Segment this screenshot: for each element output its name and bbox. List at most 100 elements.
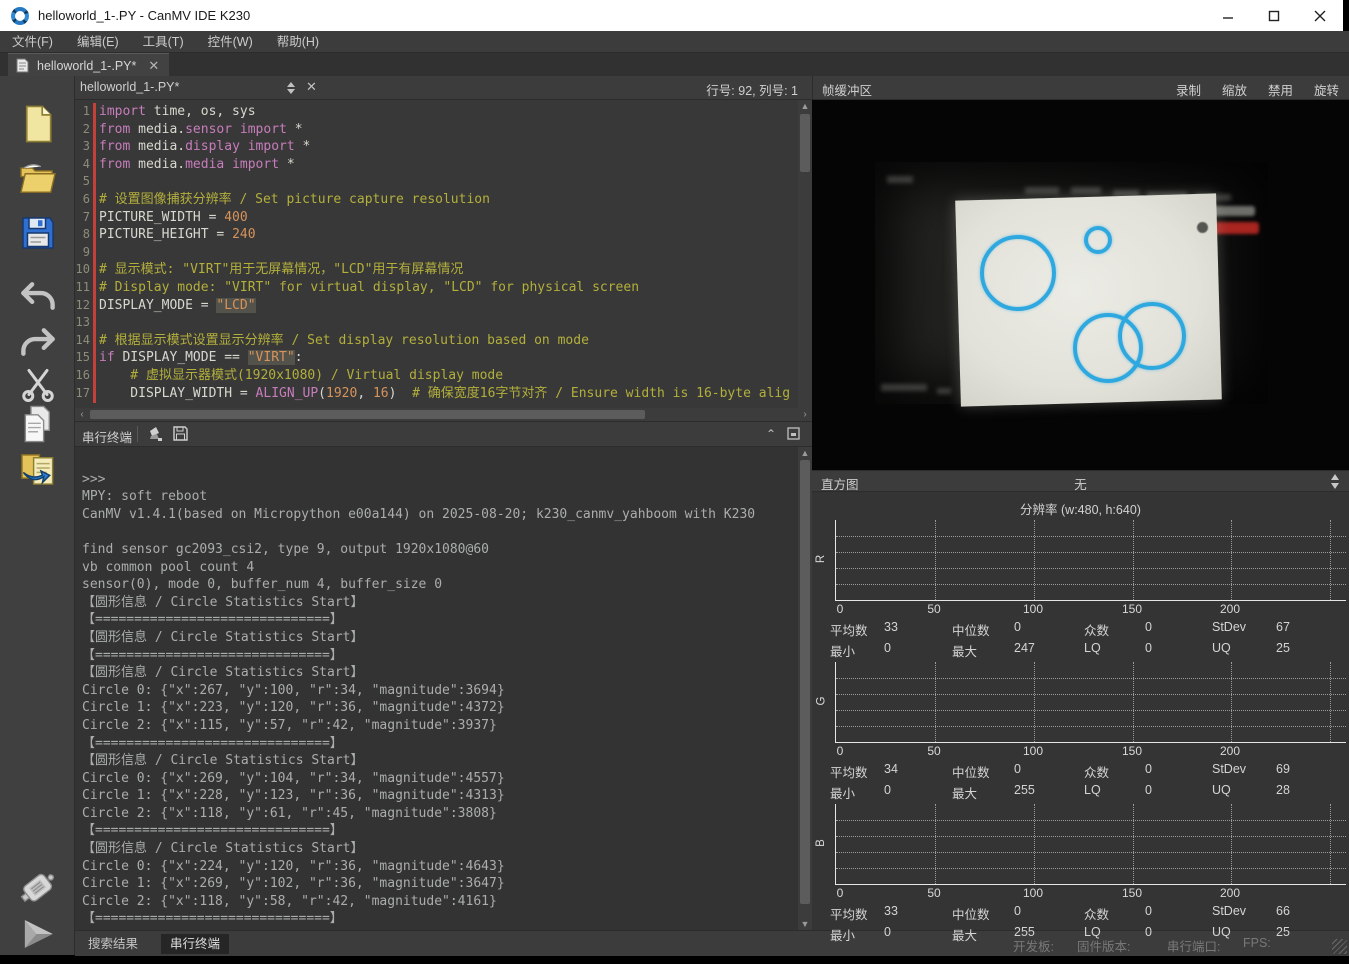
menu-item[interactable]: 控件(W) bbox=[196, 31, 265, 53]
paste-button[interactable] bbox=[17, 448, 59, 488]
scroll-right-icon[interactable]: › bbox=[798, 408, 812, 421]
code-line[interactable]: 7 PICTURE_WIDTH = 400 bbox=[75, 209, 812, 227]
stat-value: 69 bbox=[1276, 762, 1290, 776]
stat-value: 34 bbox=[884, 762, 898, 776]
menu-item[interactable]: 帮助(H) bbox=[265, 31, 331, 53]
stat-label: 众数 bbox=[1084, 908, 1110, 922]
scroll-up-icon[interactable]: ▲ bbox=[798, 100, 812, 112]
clear-terminal-icon[interactable] bbox=[147, 426, 165, 443]
code-line[interactable]: 16 # 虚拟显示器模式(1920x1080) / Virtual displa… bbox=[75, 367, 812, 385]
close-button[interactable] bbox=[1297, 0, 1343, 31]
framebuffer-action-button[interactable]: 录制 bbox=[1176, 80, 1201, 99]
stat-value: 0 bbox=[1014, 620, 1021, 634]
window-title: helloworld_1-.PY - CanMV IDE K230 bbox=[38, 8, 251, 23]
stat-value: 255 bbox=[1014, 925, 1035, 939]
stat-value: 33 bbox=[884, 620, 898, 634]
code-editor[interactable]: 1 import time, os, sys 2 from media.sensor … bbox=[75, 100, 812, 408]
code-line[interactable]: 3 from media.display import * bbox=[75, 138, 812, 156]
stat-label: StDev bbox=[1212, 620, 1247, 634]
stat-value: 25 bbox=[1276, 641, 1290, 655]
menu-item[interactable]: 编辑(E) bbox=[65, 31, 131, 53]
stat-value: 0 bbox=[884, 641, 891, 655]
code-line[interactable]: 13 bbox=[75, 314, 812, 332]
x-tick-label: 50 bbox=[927, 744, 941, 758]
terminal-line: Circle 2: {"x":118, "y":61, "r":45, "mag… bbox=[82, 805, 497, 821]
code-line[interactable]: 10 # 显示模式: "VIRT"用于无屏幕情况，"LCD"用于有屏幕情况 bbox=[75, 261, 812, 279]
framebuffer-action-button[interactable]: 旋转 bbox=[1314, 80, 1339, 99]
collapse-terminal-icon[interactable]: ⌃ bbox=[766, 427, 776, 441]
histogram-source-select[interactable]: 直方图 无 bbox=[812, 470, 1349, 492]
framebuffer-action-button[interactable]: 缩放 bbox=[1222, 80, 1247, 99]
redo-button[interactable] bbox=[17, 322, 59, 362]
editor-vertical-scrollbar[interactable]: ▲ bbox=[798, 100, 812, 408]
line-number: 5 bbox=[82, 174, 90, 189]
terminal-line: Circle 0: {"x":267, "y":100, "r":34, "ma… bbox=[82, 682, 505, 698]
serial-terminal-output[interactable]: >>> MPY: soft reboot CanMV v1.4.1(based on… bbox=[75, 447, 798, 930]
stat-value: 0 bbox=[1145, 641, 1152, 655]
stat-value: 0 bbox=[1014, 762, 1021, 776]
scroll-up-icon[interactable]: ▲ bbox=[798, 447, 812, 459]
x-tick-label: 50 bbox=[927, 886, 941, 900]
terminal-line: 【圆形信息 / Circle Statistics Start】 bbox=[82, 594, 364, 610]
open-file-button[interactable] bbox=[17, 158, 59, 198]
code-line[interactable]: 15 if DISPLAY_MODE == "VIRT": bbox=[75, 349, 812, 367]
code-line[interactable]: 6 # 设置图像捕获分辨率 / Set picture capture resol… bbox=[75, 191, 812, 209]
histogram-chart-B: B bbox=[815, 804, 1346, 885]
line-number: 8 bbox=[82, 227, 90, 242]
copy-button[interactable] bbox=[17, 404, 59, 444]
spinner-arrows-icon[interactable] bbox=[1330, 474, 1341, 489]
tab-close-icon[interactable]: ✕ bbox=[148, 58, 159, 74]
split-editor-icon[interactable] bbox=[285, 81, 297, 95]
menu-item[interactable]: 工具(T) bbox=[131, 31, 196, 53]
terminal-vertical-scrollbar[interactable]: ▲ ▼ bbox=[798, 447, 812, 930]
framebuffer-view[interactable] bbox=[812, 100, 1349, 470]
save-log-icon[interactable] bbox=[173, 426, 191, 443]
stat-value: 0 bbox=[1145, 904, 1152, 918]
editor-horizontal-scrollbar[interactable]: ‹ › bbox=[75, 408, 812, 421]
editor-filename[interactable]: helloworld_1-.PY* bbox=[80, 80, 179, 94]
code-line[interactable]: 5 bbox=[75, 173, 812, 191]
save-button[interactable] bbox=[17, 213, 59, 253]
x-tick-label: 100 bbox=[1022, 602, 1044, 616]
scroll-left-icon[interactable]: ‹ bbox=[75, 408, 89, 421]
tab-search-results[interactable]: 搜索结果 bbox=[79, 934, 147, 954]
new-file-button[interactable] bbox=[17, 104, 59, 144]
code-line[interactable]: 12 DISPLAY_MODE = "LCD" bbox=[75, 297, 812, 315]
document-tab[interactable]: helloworld_1-.PY* ✕ bbox=[8, 53, 170, 77]
undo-button[interactable] bbox=[17, 276, 59, 316]
x-tick-label: 0 bbox=[836, 886, 844, 900]
histogram-panel: 分辨率 (w:480, h:640) R 0 50 100 150 200 平均数 33 中位数… bbox=[812, 492, 1349, 943]
detach-terminal-icon[interactable] bbox=[787, 427, 800, 443]
stat-value: 0 bbox=[1145, 762, 1152, 776]
stat-label: UQ bbox=[1212, 641, 1231, 655]
terminal-line: sensor(0), mode 0, buffer_num 4, buffer_… bbox=[82, 577, 443, 593]
code-line[interactable]: 11 # Display mode: "VIRT" for virtual dis… bbox=[75, 279, 812, 297]
x-axis-ticks: 0 50 100 150 200 bbox=[835, 743, 1345, 760]
tab-serial-terminal[interactable]: 串行终端 bbox=[161, 934, 230, 954]
x-tick-label: 200 bbox=[1219, 886, 1241, 900]
editor-close-icon[interactable]: ✕ bbox=[306, 79, 317, 95]
x-tick-label: 150 bbox=[1121, 886, 1143, 900]
code-line[interactable]: 1 import time, os, sys bbox=[75, 103, 812, 121]
connect-button[interactable] bbox=[17, 869, 59, 909]
code-line[interactable]: 4 from media.media import * bbox=[75, 156, 812, 174]
minimize-button[interactable] bbox=[1205, 0, 1251, 31]
code-line[interactable]: 8 PICTURE_HEIGHT = 240 bbox=[75, 226, 812, 244]
stat-value: 0 bbox=[1145, 620, 1152, 634]
menu-item[interactable]: 文件(F) bbox=[0, 31, 65, 53]
code-line[interactable]: 17 DISPLAY_WIDTH = ALIGN_UP(1920, 16) # … bbox=[75, 385, 812, 403]
x-tick-label: 100 bbox=[1022, 744, 1044, 758]
code-line[interactable]: 2 from media.sensor import * bbox=[75, 121, 812, 139]
x-tick-label: 200 bbox=[1219, 744, 1241, 758]
scroll-down-icon[interactable]: ▼ bbox=[798, 918, 812, 930]
window-edge bbox=[0, 956, 1349, 964]
cut-button[interactable] bbox=[17, 364, 59, 404]
stat-label: 最小 bbox=[830, 645, 856, 659]
line-number: 12 bbox=[75, 297, 90, 312]
code-line[interactable]: 14 # 根据显示模式设置显示分辨率 / Set display resoluti… bbox=[75, 332, 812, 350]
menu-bar: 文件(F) 编辑(E) 工具(T) 控件(W) 帮助(H) bbox=[0, 31, 1349, 53]
code-line[interactable]: 9 bbox=[75, 244, 812, 262]
run-button[interactable] bbox=[17, 914, 59, 954]
maximize-button[interactable] bbox=[1251, 0, 1297, 31]
framebuffer-action-button[interactable]: 禁用 bbox=[1268, 80, 1293, 99]
